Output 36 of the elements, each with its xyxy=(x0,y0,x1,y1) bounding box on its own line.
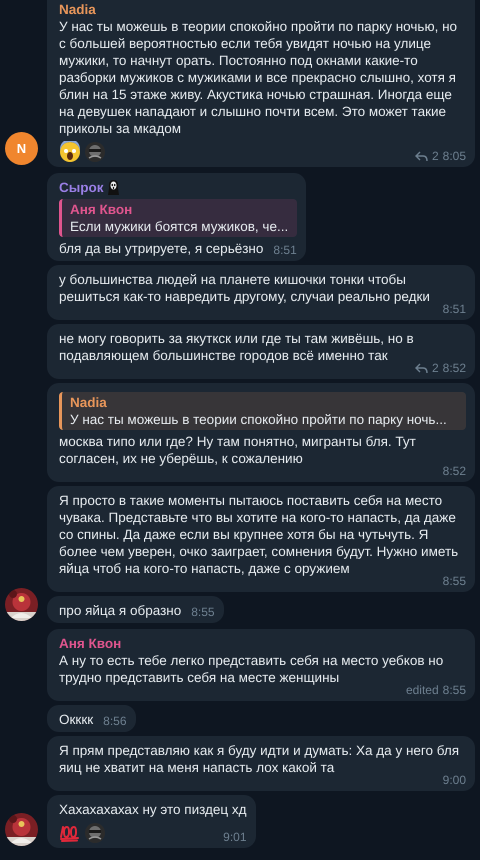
message-time: 8:55 xyxy=(442,574,466,588)
reply-count[interactable]: 2 xyxy=(432,361,439,375)
sender-name[interactable]: Аня Квон xyxy=(59,635,122,652)
message-time: 8:51 xyxy=(273,243,297,257)
sticker-icon[interactable] xyxy=(84,141,106,163)
sender-name[interactable]: Nadia xyxy=(59,1,96,18)
message-time: 8:56 xyxy=(103,714,126,728)
scream-emoji-icon[interactable] xyxy=(59,141,81,163)
message-time: 8:55 xyxy=(191,605,215,619)
avatar[interactable]: N xyxy=(5,132,38,165)
message-time: 8:55 xyxy=(442,683,466,697)
message-text: Я просто в такие моменты пытаюсь поставить себя на место чувака. Представьте что вы хотите на кого-то напасть, да даже со спины. Да даже если вы крупнее хотя бы на чутьчуть. Я более чем уверен, очко заиграет, сомнения будут. Нужно иметь яйца чтоб на кого-то напасть, даже с оружием xyxy=(59,492,460,576)
message-time: 9:00 xyxy=(442,773,466,787)
reply-quote[interactable]: Аня Квон Если мужики боятся мужиков, че... xyxy=(59,199,297,237)
message-time: 8:52 xyxy=(442,361,466,375)
message-text: У нас ты можешь в теории спокойно пройти по парку ночью, но с большей вероятностью если тебя увидят ночью на улице мужики, то начнут орать. Постоянно под окнами какие-то разборки мужиков с мужиками и все прекрасно слышно, хотя я блин на 15 этаже живу. Акустика ночью страшная. Иногда еще на девушек нападают и слышно почти всем. Это может такие приколы за мкадом xyxy=(59,18,458,137)
message-time: 8:05 xyxy=(442,149,466,163)
message-time: 9:01 xyxy=(223,830,247,844)
message-time: 8:52 xyxy=(442,464,466,478)
message-text: бля да вы утрируете, я серьёзно xyxy=(59,240,264,257)
message-text: не могу говорить за якуткск или где ты там живёшь, но в подавляющем большинстве городов всё именно так xyxy=(59,330,415,364)
message-text: Хахахахахах ну это пиздец хд xyxy=(59,801,247,818)
sticker-icon[interactable] xyxy=(84,822,106,844)
message-text: москва типо или где? Ну там понятно, мигранты бля. Тут согласен, их не уберёшь, к сожалению xyxy=(59,433,417,467)
message-text: А ну то есть тебе легко представить себя на место уебков но трудно представить себя на месте женщины xyxy=(59,652,444,685)
reply-icon xyxy=(414,150,428,162)
reply-icon xyxy=(414,362,428,374)
message-text: Окккк xyxy=(59,711,94,728)
edited-label: edited xyxy=(406,683,439,697)
reply-quote[interactable]: Nadia У нас ты можешь в теории спокойно пройти по парку ночь... xyxy=(59,392,466,430)
message-text: про яйца я образно xyxy=(59,602,182,619)
reply-count[interactable]: 2 xyxy=(432,149,439,163)
message-time: 8:51 xyxy=(442,302,466,316)
sender-name[interactable]: Сырок xyxy=(59,179,104,196)
message-text: у большинства людей на планете кишочки тонки чтобы решиться как-то навредить другому, случаи реально редки xyxy=(59,271,431,305)
message-text: Я прям представляю как я буду идти и думать: Ха да у него бля яиц не хватит на меня напасть лох какой та xyxy=(59,742,460,776)
